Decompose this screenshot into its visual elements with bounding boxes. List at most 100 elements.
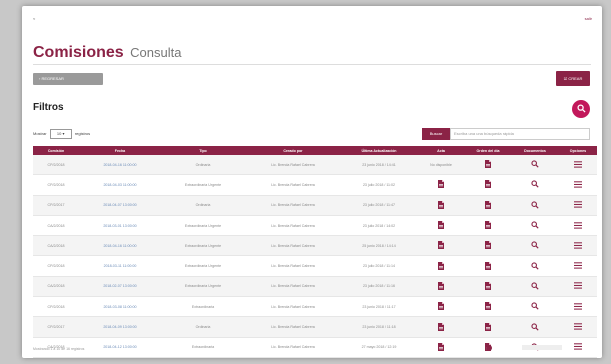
cell-orden-del-dia[interactable] xyxy=(465,215,511,237)
col-header-fecha[interactable]: Fecha xyxy=(79,146,161,155)
cell-orden-del-dia[interactable] xyxy=(465,316,511,338)
cell-documentos[interactable] xyxy=(511,276,559,298)
col-header-orden[interactable]: Orden del día xyxy=(465,146,511,155)
document-icon[interactable] xyxy=(485,221,491,230)
cell-opciones[interactable] xyxy=(559,174,597,196)
col-header-comision[interactable]: Comisión xyxy=(33,146,79,155)
col-header-documentos[interactable]: Documentos xyxy=(511,146,559,155)
create-button[interactable]: ☑ CREAR xyxy=(556,71,590,86)
cell-documentos[interactable] xyxy=(511,316,559,338)
search-icon[interactable] xyxy=(531,221,539,230)
cell-documentos[interactable] xyxy=(511,255,559,277)
cell-orden-del-dia[interactable] xyxy=(465,155,511,176)
menu-icon[interactable] xyxy=(574,181,582,189)
document-icon[interactable] xyxy=(485,241,491,250)
pagination-bar[interactable] xyxy=(522,345,562,350)
cell-orden-del-dia[interactable] xyxy=(465,174,511,196)
cell-documentos[interactable] xyxy=(511,235,559,257)
cell-acta[interactable] xyxy=(417,296,465,318)
cell-documentos[interactable] xyxy=(511,155,559,176)
page-size-select[interactable]: 10 ▾ xyxy=(49,129,72,139)
cell-acta[interactable] xyxy=(417,276,465,298)
search-icon[interactable] xyxy=(531,302,539,311)
search-icon[interactable] xyxy=(531,322,539,332)
col-header-tipo[interactable]: Tipo xyxy=(161,146,245,155)
cell-acta[interactable] xyxy=(417,255,465,277)
cell-opciones[interactable] xyxy=(559,255,597,277)
menu-icon[interactable] xyxy=(574,303,582,311)
cell-orden-del-dia[interactable] xyxy=(465,296,511,318)
cell-acta[interactable] xyxy=(417,215,465,237)
cell-acta[interactable] xyxy=(417,316,465,338)
cell-opciones[interactable] xyxy=(559,316,597,338)
col-header-opciones[interactable]: Opciones xyxy=(559,146,597,155)
col-header-acta[interactable]: Acta xyxy=(417,146,465,155)
document-icon[interactable] xyxy=(485,302,491,311)
cell-opciones[interactable] xyxy=(559,155,597,176)
document-icon[interactable] xyxy=(438,302,444,311)
cell-orden-del-dia[interactable] xyxy=(465,195,511,216)
document-icon[interactable] xyxy=(485,281,491,291)
cell-opciones[interactable] xyxy=(559,235,597,257)
cell-documentos[interactable] xyxy=(511,195,559,216)
cell-acta[interactable] xyxy=(417,174,465,196)
table-row: CP/2/2017 2018-04-07 13:00:00 Ordinaria Lic… xyxy=(33,195,597,216)
search-icon[interactable] xyxy=(531,262,539,271)
menu-icon[interactable] xyxy=(574,323,582,331)
menu-icon[interactable] xyxy=(574,201,582,209)
cell-documentos[interactable] xyxy=(511,174,559,196)
cell-fecha: 2018-04-16 11:00:00 xyxy=(79,235,161,257)
cell-opciones[interactable] xyxy=(559,195,597,216)
back-button[interactable]: ‹ REGRESAR xyxy=(33,73,103,85)
cell-opciones[interactable] xyxy=(559,337,597,358)
col-header-actualizacion[interactable]: Última Actualización xyxy=(341,146,417,155)
document-icon[interactable] xyxy=(438,281,444,291)
cell-orden-del-dia[interactable] xyxy=(465,255,511,277)
cell-tipo: Extraordinaria Urgente xyxy=(161,276,245,298)
document-icon[interactable] xyxy=(438,261,444,271)
col-header-creado-por[interactable]: Creado por xyxy=(245,146,341,155)
cell-comision: CP/2/2017 xyxy=(33,195,79,216)
cell-orden-del-dia[interactable] xyxy=(465,276,511,298)
cell-documentos[interactable] xyxy=(511,215,559,237)
document-icon[interactable] xyxy=(438,241,444,250)
logout-link[interactable]: salir xyxy=(585,16,592,21)
cell-opciones[interactable] xyxy=(559,276,597,298)
document-icon[interactable] xyxy=(438,200,444,210)
search-icon[interactable] xyxy=(531,241,539,250)
document-icon[interactable] xyxy=(485,322,491,332)
document-icon[interactable] xyxy=(485,180,491,189)
document-icon[interactable] xyxy=(485,160,491,169)
pagination-current[interactable] xyxy=(486,345,492,351)
cell-acta[interactable] xyxy=(417,235,465,257)
document-icon[interactable] xyxy=(438,342,444,352)
menu-icon[interactable] xyxy=(574,221,582,230)
document-icon[interactable] xyxy=(438,180,444,189)
search-icon[interactable] xyxy=(531,201,539,210)
cell-acta[interactable] xyxy=(417,195,465,216)
cell-opciones[interactable] xyxy=(559,215,597,237)
menu-icon[interactable] xyxy=(574,242,582,250)
menu-icon[interactable] xyxy=(574,262,582,270)
search-icon[interactable] xyxy=(531,282,539,291)
search-icon[interactable] xyxy=(531,180,539,189)
document-icon[interactable] xyxy=(438,322,444,332)
cell-documentos[interactable] xyxy=(511,296,559,318)
cell-acta[interactable] xyxy=(417,337,465,358)
cell-orden-del-dia[interactable] xyxy=(465,235,511,257)
cell-tipo: Extraordinaria Urgente xyxy=(161,235,245,257)
search-fab-button[interactable] xyxy=(572,100,590,118)
document-icon[interactable] xyxy=(485,261,491,271)
table-row: CP/2/2018 2018-03-08 11:00:00 Extraordinar… xyxy=(33,296,597,318)
document-icon[interactable] xyxy=(485,200,491,210)
document-icon[interactable] xyxy=(438,221,444,230)
search-icon[interactable] xyxy=(531,160,539,169)
cell-opciones[interactable] xyxy=(559,296,597,318)
page-title-sub: Consulta xyxy=(130,45,182,60)
menu-icon[interactable] xyxy=(574,160,582,169)
search-input[interactable]: Escriba una una búsqueda rápida xyxy=(450,128,590,140)
commissions-table: Comisión Fecha Tipo Creado por Última Ac… xyxy=(33,146,597,358)
menu-icon[interactable] xyxy=(574,343,582,351)
menu-icon[interactable] xyxy=(574,282,582,290)
search-button[interactable]: Buscar xyxy=(422,128,450,140)
